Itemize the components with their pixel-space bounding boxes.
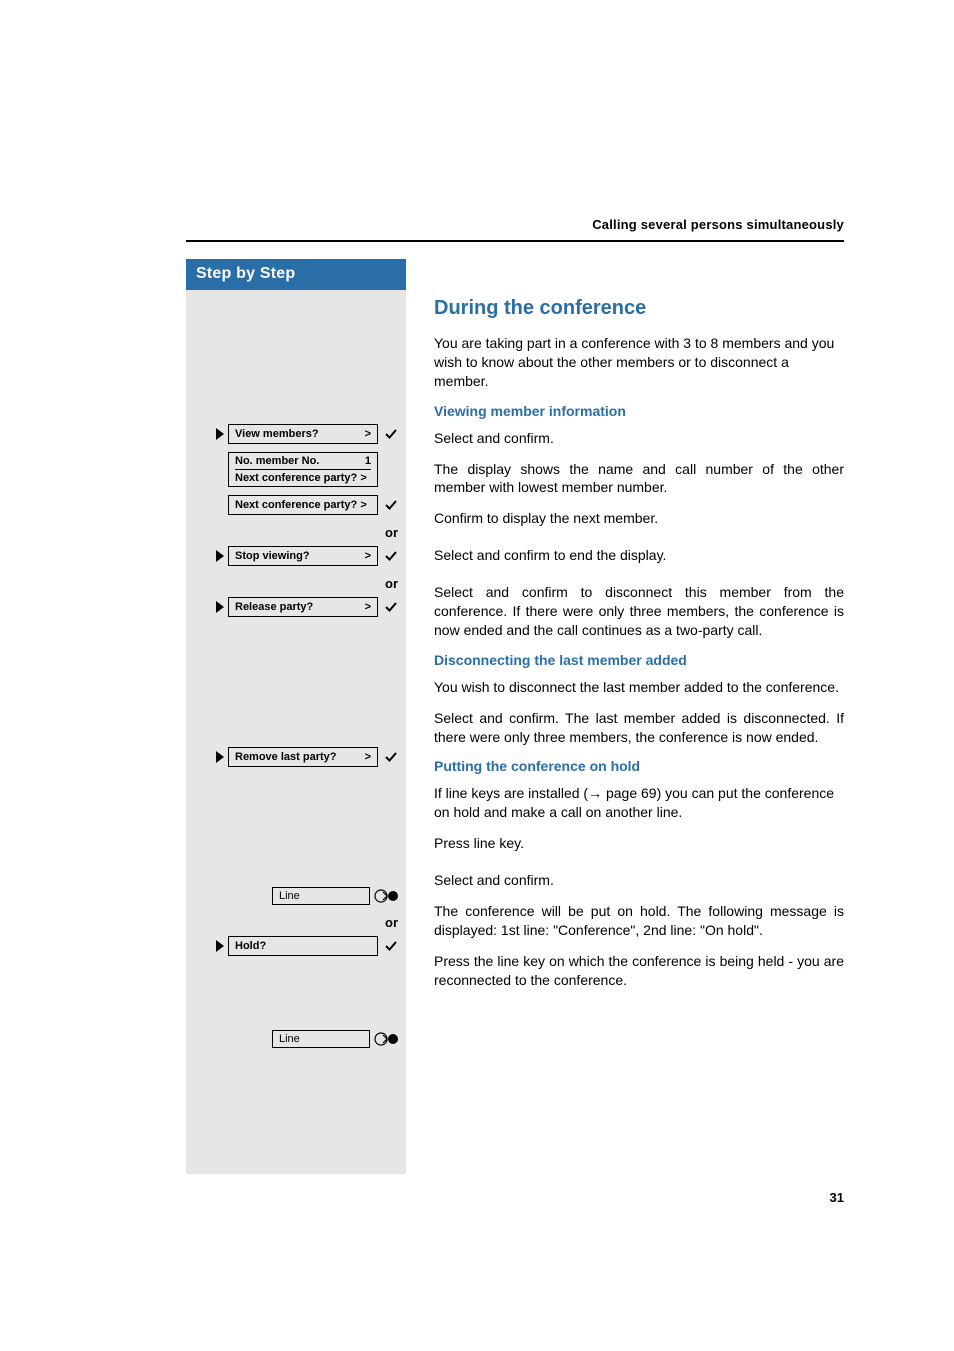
subsection-viewing: Viewing member information [434, 403, 844, 419]
section-heading: During the conference [434, 297, 844, 320]
instruction-text: You wish to disconnect the last member a… [434, 678, 844, 697]
menu-view-members-row: View members? > [192, 424, 400, 444]
confirm-check-icon [384, 427, 400, 441]
header-rule [186, 240, 844, 242]
line-led-icon [374, 889, 400, 903]
menu-view-members[interactable]: View members? > [228, 424, 378, 444]
display-line1-label: No. member No. [235, 455, 319, 467]
navigate-right-icon [216, 550, 224, 562]
navigate-right-icon [216, 601, 224, 613]
menu-stop-viewing[interactable]: Stop viewing? > [228, 546, 378, 566]
sidebar-title: Step by Step [186, 259, 406, 290]
menu-next-party[interactable]: Next conference party? > [228, 495, 378, 515]
submenu-indicator-icon: > [365, 428, 371, 440]
display-line1-value: 1 [365, 455, 371, 467]
or-separator: or [192, 572, 400, 597]
menu-hold[interactable]: Hold? > [228, 936, 378, 956]
menu-label: Next conference party? > [235, 499, 367, 511]
line-key-row: Line [192, 1030, 400, 1048]
instruction-text: Select and confirm. [434, 871, 844, 890]
navigate-right-icon [216, 940, 224, 952]
instruction-text: The display shows the name and call numb… [434, 460, 844, 498]
instruction-text: Press line key. [434, 834, 844, 853]
subsection-disconnect-last: Disconnecting the last member added [434, 652, 844, 668]
instruction-text: Select and confirm. [434, 429, 844, 448]
confirm-check-icon [384, 939, 400, 953]
subsection-hold: Putting the conference on hold [434, 758, 844, 774]
instruction-text: If line keys are installed (→ page 69) y… [434, 784, 844, 822]
instruction-text: The conference will be put on hold. The … [434, 902, 844, 940]
menu-release-party-row: Release party? > [192, 597, 400, 617]
running-header: Calling several persons simultaneously [186, 217, 844, 232]
arrow-right-icon: → [588, 785, 602, 801]
menu-label: Hold? [235, 940, 266, 952]
submenu-indicator-icon: > [365, 550, 371, 562]
intro-paragraph: You are taking part in a conference with… [434, 334, 844, 391]
display-member-row: No. member No. 1 Next conference party? … [192, 452, 400, 487]
submenu-indicator-icon: > [365, 601, 371, 613]
menu-label: Release party? [235, 601, 313, 613]
line-key[interactable]: Line [272, 1030, 370, 1048]
confirm-check-icon [384, 750, 400, 764]
menu-label: View members? [235, 428, 319, 440]
menu-remove-last-row: Remove last party? > [192, 747, 400, 767]
confirm-check-icon [384, 549, 400, 563]
navigate-right-icon [216, 428, 224, 440]
navigate-right-icon [216, 751, 224, 763]
line-key-row: Line [192, 887, 400, 905]
menu-stop-viewing-row: Stop viewing? > [192, 546, 400, 566]
page-number: 31 [830, 1190, 844, 1205]
or-separator: or [192, 521, 400, 546]
confirm-check-icon [384, 600, 400, 614]
step-by-step-sidebar: Step by Step View members? > [186, 259, 406, 1174]
hold-intro-a: If line keys are installed ( [434, 785, 588, 801]
line-key[interactable]: Line [272, 887, 370, 905]
menu-release-party[interactable]: Release party? > [228, 597, 378, 617]
menu-hold-row: Hold? > [192, 936, 400, 956]
or-separator: or [192, 911, 400, 936]
menu-label: Remove last party? [235, 751, 336, 763]
instruction-text: Press the line key on which the conferen… [434, 952, 844, 990]
instruction-text: Confirm to display the next member. [434, 509, 844, 528]
line-led-icon [374, 1032, 400, 1046]
menu-next-party-row: Next conference party? > [192, 495, 400, 515]
phone-display: No. member No. 1 Next conference party? … [228, 452, 378, 487]
instruction-text: Select and confirm to disconnect this me… [434, 583, 844, 640]
main-content: During the conference You are taking par… [406, 259, 844, 1002]
instruction-text: Select and confirm. The last member adde… [434, 709, 844, 747]
display-line2: Next conference party? > [235, 472, 367, 484]
menu-label: Stop viewing? [235, 550, 310, 562]
menu-remove-last[interactable]: Remove last party? > [228, 747, 378, 767]
confirm-check-icon [384, 498, 400, 512]
submenu-indicator-icon: > [365, 751, 371, 763]
instruction-text: Select and confirm to end the display. [434, 546, 844, 565]
